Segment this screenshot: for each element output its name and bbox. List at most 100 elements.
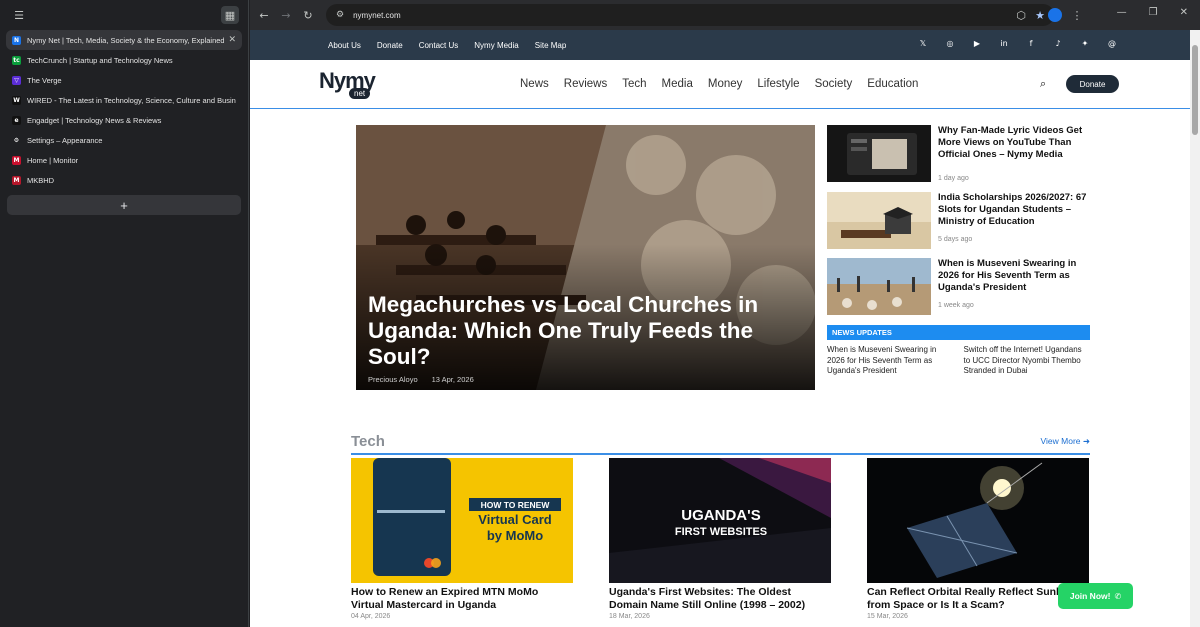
bookmark-star-icon[interactable]: ★ (1035, 9, 1045, 22)
card-image-line: Virtual Card (478, 512, 552, 527)
mkbhd-favicon-icon: M (12, 175, 21, 185)
search-icon[interactable]: ⌕ (1040, 77, 1046, 91)
tech-card-image (867, 458, 1089, 583)
tab-item[interactable]: e Engadget | Technology News & Reviews (6, 110, 242, 130)
tab-item[interactable]: M Home | Monitor (6, 150, 242, 170)
join-now-label: Join Now! (1069, 591, 1111, 601)
monitor-favicon-icon: M (12, 155, 21, 165)
address-bar[interactable]: ⚙ nymynet.com ★ (326, 4, 1054, 26)
tab-item[interactable]: N Nymy Net | Tech, Media, Society & the E… (6, 30, 242, 50)
menu-item[interactable]: Media (662, 78, 693, 90)
instagram-icon[interactable]: ◎ (945, 39, 955, 49)
card-image-line: by MoMo (487, 528, 543, 543)
side-story-image (827, 192, 931, 249)
side-story-time: 5 days ago (938, 236, 973, 243)
back-icon[interactable]: ← (253, 4, 275, 26)
menu-item[interactable]: Tech (622, 78, 646, 90)
restore-icon[interactable]: ❐ (1149, 7, 1158, 18)
scrollbar-thumb[interactable] (1192, 45, 1198, 135)
tab-item[interactable]: ⚙ Settings – Appearance (6, 130, 242, 150)
tech-card-date: 15 Mar, 2026 (867, 613, 908, 620)
tech-card-date: 04 Apr, 2026 (351, 613, 391, 620)
menu-item[interactable]: News (520, 78, 549, 90)
main-menu: News Reviews Tech Media Money Lifestyle Societ… (520, 78, 933, 90)
logo-sub: net (349, 88, 371, 99)
tab-item[interactable]: tc TechCrunch | Startup and Technology Ne… (6, 50, 242, 70)
side-story-title[interactable]: India Scholarships 2026/2027: 67 Slots f… (938, 192, 1093, 228)
side-story-time: 1 day ago (938, 175, 969, 182)
tech-card[interactable]: Can Reflect Orbital Really Reflect Sunli… (867, 458, 1089, 627)
top-link[interactable]: Nymy Media (474, 41, 518, 50)
threads-icon[interactable]: @ (1107, 39, 1117, 49)
wired-favicon-icon: W (12, 95, 21, 105)
hero-story[interactable]: Megachurches vs Local Churches in Uganda… (356, 125, 815, 390)
tab-search-icon[interactable]: ▦ (221, 6, 239, 24)
close-window-icon[interactable]: ✕ (1180, 7, 1188, 18)
menu-kebab-icon[interactable]: ⋮ (1068, 6, 1086, 24)
tech-card-title[interactable]: Can Reflect Orbital Really Reflect Sunli… (867, 586, 1089, 611)
top-link[interactable]: Donate (377, 41, 403, 50)
tech-section-header: Tech View More ➜ (351, 432, 1090, 455)
tech-card-image: UGANDA'S FIRST WEBSITES (609, 458, 831, 583)
top-link[interactable]: About Us (328, 41, 361, 50)
site-info-icon[interactable]: ⚙ (336, 10, 344, 20)
bluesky-icon[interactable]: ✦ (1080, 39, 1090, 49)
extensions-icon[interactable]: ⬡ (1012, 6, 1030, 24)
side-story-title[interactable]: Why Fan-Made Lyric Videos Get More Views… (938, 125, 1093, 161)
forward-icon[interactable]: → (275, 4, 297, 26)
menu-item[interactable]: Society (815, 78, 853, 90)
hero-title[interactable]: Megachurches vs Local Churches in Uganda… (368, 292, 798, 370)
menu-item[interactable]: Lifestyle (757, 78, 799, 90)
hero-author[interactable]: Precious Aloyo (368, 375, 418, 384)
tech-card[interactable]: UGANDA'S FIRST WEBSITES Uganda's First W… (609, 458, 831, 627)
menu-item[interactable]: Reviews (564, 78, 607, 90)
tech-card-title[interactable]: Uganda's First Websites: The Oldest Doma… (609, 586, 831, 611)
news-update-item[interactable]: Switch off the Internet! Ugandans to UCC… (964, 345, 1091, 377)
side-story[interactable]: Why Fan-Made Lyric Videos Get More Views… (827, 125, 1097, 183)
view-more-label: View More (1040, 436, 1081, 446)
new-tab-button[interactable]: + (7, 195, 241, 215)
side-story[interactable]: When is Museveni Swearing in 2026 for Hi… (827, 258, 1097, 316)
join-now-button[interactable]: Join Now! ✆ (1058, 583, 1133, 609)
card-image-line: UGANDA'S (681, 507, 760, 524)
card-image-line: HOW TO RENEW (481, 500, 551, 510)
youtube-icon[interactable]: ▶ (972, 39, 982, 49)
section-title[interactable]: Tech (351, 433, 385, 450)
tech-card-date: 18 Mar, 2026 (609, 613, 650, 620)
x-icon[interactable]: 𝕏 (918, 39, 928, 49)
tab-title: The Verge (27, 75, 62, 85)
tab-item[interactable]: W WIRED - The Latest in Technology, Scien… (6, 90, 242, 110)
verge-favicon-icon: ▽ (12, 75, 21, 85)
news-updates-label: NEWS UPDATES (827, 325, 1090, 340)
facebook-icon[interactable]: f (1026, 39, 1036, 49)
tab-title: MKBHD (27, 175, 55, 185)
reload-icon[interactable]: ↻ (297, 4, 319, 26)
tiktok-icon[interactable]: ♪ (1053, 39, 1063, 49)
page-scrollbar[interactable] (1190, 30, 1200, 627)
tab-item[interactable]: ▽ The Verge (6, 70, 242, 90)
engadget-favicon-icon: e (12, 115, 21, 125)
tech-card[interactable]: HOW TO RENEW Virtual Card by MoMo How to… (351, 458, 573, 627)
donate-button[interactable]: Donate (1066, 75, 1119, 93)
menu-item[interactable]: Money (708, 78, 743, 90)
tab-title: Settings – Appearance (27, 135, 103, 145)
close-tab-icon[interactable]: ✕ (228, 35, 236, 45)
side-story-time: 1 week ago (938, 302, 974, 309)
browser-toolbar: ← → ↻ ⚙ nymynet.com ★ ⬡ ⋮ — ❐ ✕ (250, 0, 1200, 30)
minimize-icon[interactable]: — (1117, 7, 1127, 18)
linkedin-icon[interactable]: in (999, 39, 1009, 49)
menu-item[interactable]: Education (867, 78, 918, 90)
site-logo[interactable]: Nymy net (319, 68, 384, 102)
tech-card-title[interactable]: How to Renew an Expired MTN MoMo Virtual… (351, 586, 573, 611)
top-link[interactable]: Contact Us (419, 41, 459, 50)
collapse-sidebar-icon[interactable]: ☰ (10, 6, 28, 24)
nymy-favicon-icon: N (12, 35, 21, 45)
profile-avatar[interactable] (1048, 8, 1062, 22)
view-more-link[interactable]: View More ➜ (1041, 436, 1091, 447)
tab-item[interactable]: M MKBHD (6, 170, 242, 190)
news-update-item[interactable]: When is Museveni Swearing in 2026 for Hi… (827, 345, 954, 377)
site-header: Nymy net News Reviews Tech Media Money Lifest… (250, 60, 1190, 109)
side-story[interactable]: India Scholarships 2026/2027: 67 Slots f… (827, 192, 1097, 250)
top-link[interactable]: Site Map (535, 41, 567, 50)
side-story-title[interactable]: When is Museveni Swearing in 2026 for Hi… (938, 258, 1093, 294)
